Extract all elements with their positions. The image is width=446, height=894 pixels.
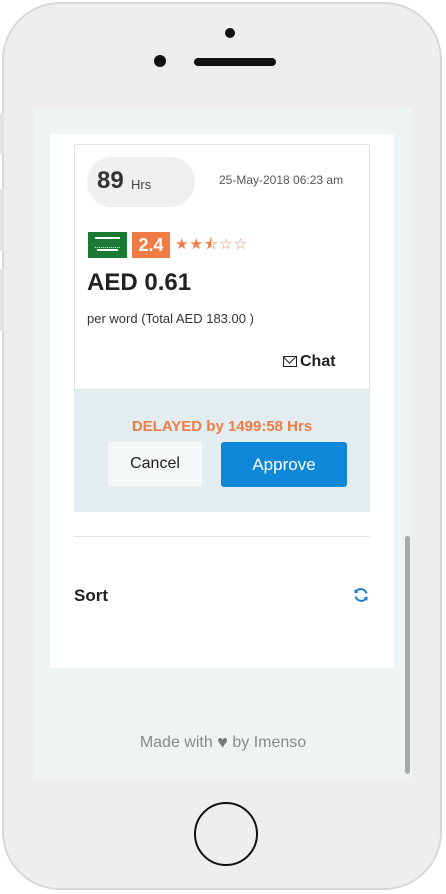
footer-made-with: Made with — [139, 734, 213, 751]
footer: Made with ♥ by Imenso — [34, 732, 412, 753]
volume-down-button — [0, 269, 4, 331]
rating-badge: 2.4 — [132, 232, 170, 258]
star-empty-icon: ☆ — [219, 236, 234, 253]
hours-value: 89 — [97, 167, 124, 194]
star-full-icon: ★ — [175, 236, 190, 253]
approve-button[interactable]: Approve — [221, 442, 347, 487]
star-full-icon: ★ — [189, 236, 204, 253]
divider — [74, 536, 370, 537]
star-empty-icon: ☆ — [233, 236, 249, 253]
app-screen: 89 Hrs 25-May-2018 06:23 am 2.4 ★★⯪☆☆ AE… — [34, 108, 412, 778]
scrollbar[interactable] — [405, 536, 410, 774]
star-half-icon: ⯪ — [203, 236, 220, 253]
price-note: per word (Total AED 183.00 ) — [87, 311, 254, 326]
chat-label: Chat — [300, 353, 336, 370]
refresh-icon[interactable] — [353, 587, 369, 603]
chat-button[interactable]: Chat — [283, 353, 336, 371]
saudi-arabia-flag-icon — [88, 232, 127, 258]
sort-label: Sort — [74, 586, 108, 605]
volume-up-button — [0, 189, 4, 251]
proximity-sensor — [154, 55, 166, 67]
mute-switch — [0, 114, 4, 154]
content-panel: 89 Hrs 25-May-2018 06:23 am 2.4 ★★⯪☆☆ AE… — [50, 134, 394, 668]
timestamp: 25-May-2018 06:23 am — [219, 173, 344, 187]
price: AED 0.61 — [87, 269, 192, 296]
job-card: 89 Hrs 25-May-2018 06:23 am 2.4 ★★⯪☆☆ AE… — [74, 144, 370, 390]
envelope-icon — [283, 356, 297, 367]
cancel-button[interactable]: Cancel — [108, 442, 202, 486]
home-button[interactable] — [194, 802, 258, 866]
hours-unit: Hrs — [131, 177, 152, 192]
earpiece-speaker — [194, 58, 276, 66]
delayed-status: DELAYED by 1499:58 Hrs — [131, 418, 313, 435]
heart-icon: ♥ — [217, 732, 228, 752]
hours-pill: 89 Hrs — [87, 157, 195, 207]
front-camera — [225, 28, 235, 38]
star-rating-icon: ★★⯪☆☆ — [175, 232, 248, 258]
footer-by: by Imenso — [232, 734, 307, 751]
action-area: DELAYED by 1499:58 Hrs Cancel Approve — [74, 390, 370, 512]
